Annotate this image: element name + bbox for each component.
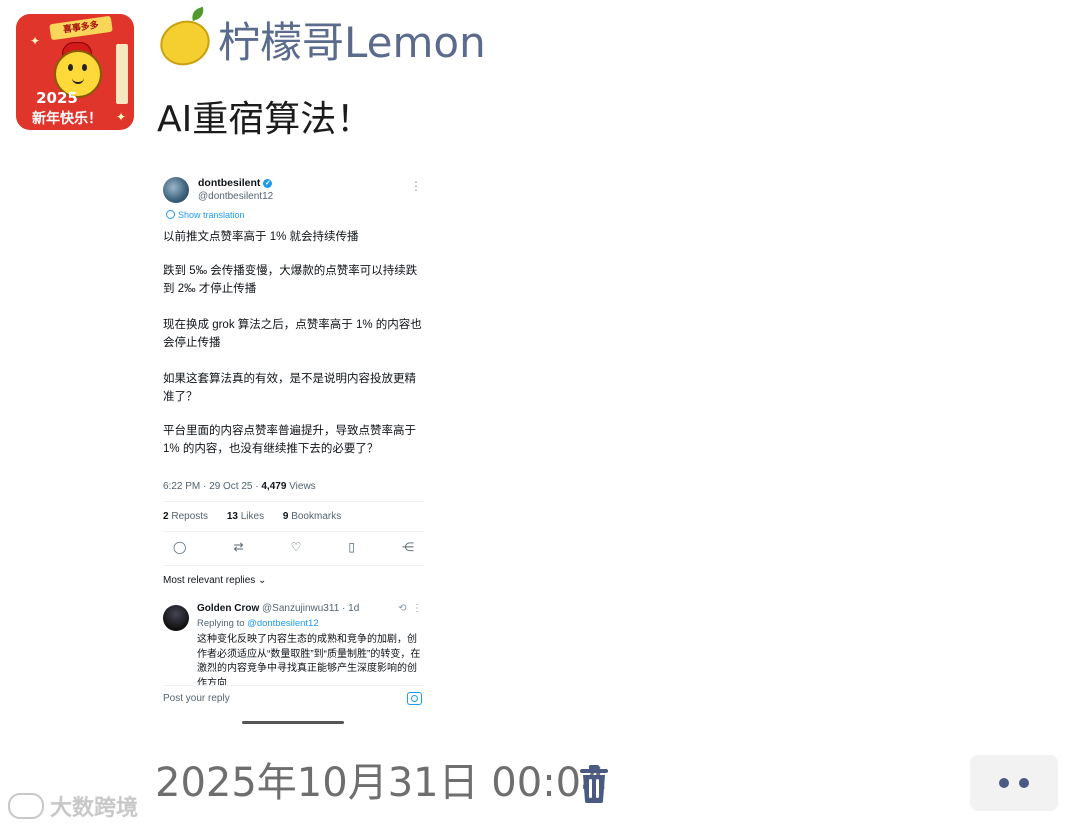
show-translation: Show translation [166, 210, 245, 220]
avatar-banner: 喜事多多 [49, 15, 113, 41]
reply-icon: ◯ [173, 540, 187, 554]
trash-icon[interactable] [578, 764, 610, 804]
verified-icon: ✓ [263, 179, 273, 188]
divider [163, 565, 424, 566]
avatar-eye [68, 64, 73, 71]
more-button[interactable] [970, 755, 1058, 811]
share-icon: ⋲ [402, 540, 414, 554]
tweet-screenshot-image[interactable]: dontbesilent ✓ @dontbesilent12 ⋮ Show tra… [152, 165, 432, 730]
tweet-actions: ◯ ⇄ ♡ ▯ ⋲ [163, 540, 424, 560]
post-author[interactable]: 柠檬哥Lemon [153, 13, 486, 73]
tweet-paragraph: 跌到 5‰ 会传播变慢，大爆款的点赞率可以持续跌到 2‰ 才停止传播 [163, 265, 418, 295]
replying-to: Replying to @dontbesilent12 [197, 618, 319, 629]
divider [163, 685, 424, 686]
tweet-author-handle: @dontbesilent12 [198, 191, 274, 202]
reply-more-icon: ⟲ ⋮ [398, 603, 422, 614]
tweet-meta: 6:22 PM · 29 Oct 25 · 4,479 Views [163, 481, 316, 492]
reply-author: Golden Crow @Sanzujinwu311 · 1d [197, 603, 359, 614]
reply-author-handle: @Sanzujinwu311 · 1d [262, 603, 360, 614]
sparkle-icon: ✦ [116, 110, 127, 124]
tweet-views-label: Views [286, 481, 316, 492]
reply-author-name: Golden Crow [197, 603, 260, 614]
reply-text: 这种变化反映了内容生态的成熟和竞争的加剧，创作者必须适应从“数量取胜”到“质量制… [197, 634, 421, 685]
avatar-year: 2025 [36, 89, 78, 107]
tweet-views-count: 4,479 [261, 481, 287, 492]
lemon-icon [153, 13, 217, 73]
tweet-paragraph: 现在换成 grok 算法之后，点赞率高于 1% 的内容也会停止传播 [163, 319, 422, 349]
likes-label: Likes [240, 511, 265, 522]
divider [163, 501, 424, 502]
tweet-author-name-text: dontbesilent [198, 177, 261, 189]
tweet-paragraph: 以前推文点赞率高于 1% 就会持续传播 [163, 231, 359, 243]
dot-icon [999, 778, 1009, 788]
watermark: 大数跨境 [8, 790, 138, 822]
reposts-stat: 2 Reposts [163, 511, 216, 522]
tweet-stats: 2 Reposts 13 Likes 9 Bookmarks [163, 511, 357, 522]
watermark-logo-icon [8, 793, 44, 819]
reply-sort: Most relevant replies ⌄ [163, 575, 267, 586]
globe-icon [166, 210, 175, 219]
replying-prefix: Replying to [197, 618, 248, 629]
post-text: AI重宿算法！ [157, 99, 373, 140]
tweet-author-avatar [163, 177, 189, 203]
tweet-paragraph: 如果这套算法真的有效，是不是说明内容投放更精准了？ [163, 373, 416, 403]
author-name: 柠檬哥Lemon [218, 18, 486, 67]
bookmarks-label: Bookmarks [291, 511, 342, 522]
home-indicator [242, 721, 344, 724]
tweet-time: 6:22 PM · 29 Oct 25 · [163, 481, 262, 492]
avatar-eye [82, 64, 87, 71]
bookmarks-count: 9 [282, 511, 289, 522]
sparkle-icon: ✦ [30, 34, 41, 48]
reposts-label: Reposts [171, 511, 209, 522]
more-options-icon: ⋮ [410, 179, 422, 193]
user-avatar[interactable]: 喜事多多 ✦ ✦ 2025 新年快乐！ [16, 14, 134, 130]
reposts-count: 2 [163, 511, 169, 522]
avatar-greeting: 新年快乐！ [32, 111, 102, 127]
bookmark-icon: ▯ [348, 540, 355, 554]
reply-author-avatar [163, 605, 189, 631]
likes-count: 13 [226, 511, 238, 522]
retweet-icon: ⇄ [233, 540, 244, 554]
divider [163, 531, 424, 532]
dot-icon [1019, 778, 1029, 788]
likes-stat: 13 Likes [227, 511, 272, 522]
replying-to-handle: @dontbesilent12 [247, 618, 319, 629]
bookmarks-stat: 9 Bookmarks [283, 511, 349, 522]
show-translation-label: Show translation [178, 210, 245, 220]
watermark-text: 大数跨境 [50, 796, 139, 821]
tweet-author-name: dontbesilent ✓ [198, 177, 273, 189]
like-icon: ♡ [290, 540, 302, 554]
reply-input-placeholder: Post your reply [163, 693, 230, 704]
avatar-scroll-graphic [116, 44, 128, 104]
tweet-paragraph: 平台里面的内容点赞率普遍提升，导致点赞率高于 1% 的内容，也没有继续推下去的必… [163, 425, 416, 455]
camera-icon [407, 692, 422, 705]
post-timestamp: 2025年10月31日 00:04 [155, 760, 607, 806]
